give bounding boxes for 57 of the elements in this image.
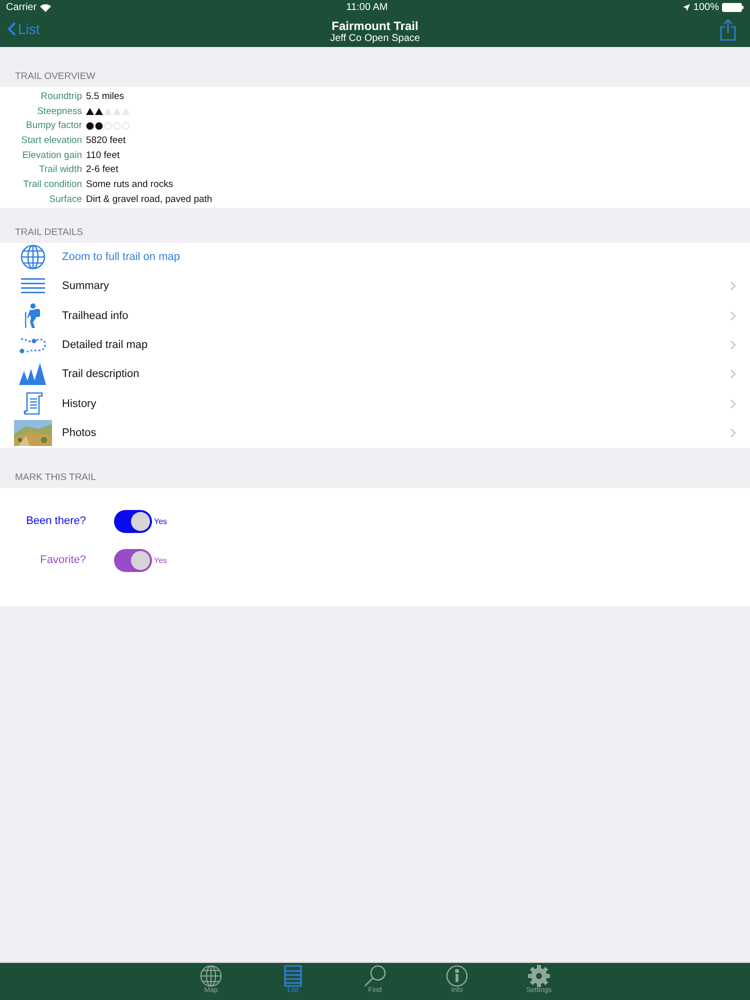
detail-row[interactable]: Summary (0, 272, 750, 302)
settings-icon (528, 965, 550, 987)
detail-row[interactable]: History (0, 388, 750, 418)
nav-title: Fairmount Trail (332, 18, 418, 32)
chevron-icon (730, 398, 736, 409)
globe-icon (20, 244, 46, 270)
toggle-label: Favorite? (39, 554, 87, 566)
chevron-icon (730, 340, 736, 350)
overview-label: Trail condition (22, 178, 82, 190)
overview-value: 5820 feet (86, 134, 127, 146)
toggle-switch[interactable] (114, 548, 152, 572)
globe-icon (199, 965, 223, 987)
info-icon (446, 965, 468, 987)
overview-label: Bumpy factor (25, 120, 82, 132)
chevron-icon (730, 281, 736, 292)
toggle-state: Yes (154, 556, 168, 565)
back-button[interactable]: List (8, 21, 40, 37)
detail-row[interactable]: Trail description (0, 360, 750, 389)
lines-icon (21, 278, 45, 294)
toggle-label: Been there? (25, 515, 87, 528)
detail-row[interactable]: Detailed trail map (0, 330, 750, 360)
nav-subtitle: Jeff Co Open Space (330, 32, 420, 44)
overview-value: Dirt & gravel road, paved path (86, 194, 214, 205)
toggle-state: Yes (154, 516, 168, 526)
wifi-icon (40, 4, 51, 12)
overview-label: Surface (48, 194, 82, 205)
location-icon (683, 4, 690, 11)
clock: 11:00 AM (346, 2, 388, 13)
hiker-icon (23, 302, 43, 329)
overview-value: 5.5 miles (86, 90, 126, 102)
overview-label: Elevation gain (21, 150, 82, 161)
trees-icon (19, 363, 47, 386)
overview-value: 2-6 feet (86, 164, 120, 176)
chevron-icon (730, 369, 736, 380)
battery-percent: 100% (693, 2, 719, 13)
overview-value: 110 feet (86, 150, 121, 161)
chevron-icon (730, 428, 736, 438)
list-icon (284, 965, 302, 987)
overview-value: Some ruts and rocks (86, 178, 174, 190)
battery-icon (722, 3, 744, 12)
scroll-icon (22, 390, 44, 417)
search-icon (364, 965, 386, 987)
section-header: MARK THIS TRAIL (14, 470, 97, 485)
detail-row[interactable]: Zoom to full trail on map (0, 242, 750, 272)
toggle-switch[interactable] (114, 510, 152, 533)
overview-label: Trail width (38, 164, 82, 176)
overview-label: Steepness (36, 106, 82, 117)
detail-row[interactable]: Photos (0, 418, 750, 448)
section-header: TRAIL DETAILS (14, 226, 84, 240)
route-icon (19, 336, 47, 354)
section-header: TRAIL OVERVIEW (14, 70, 96, 84)
carrier-label: Carrier (6, 2, 37, 13)
detail-row[interactable]: Trailhead info (0, 301, 750, 330)
overview-label: Start elevation (20, 134, 82, 146)
back-chevron-icon (8, 22, 16, 36)
overview-label: Roundtrip (40, 90, 82, 102)
chevron-icon (730, 310, 736, 321)
